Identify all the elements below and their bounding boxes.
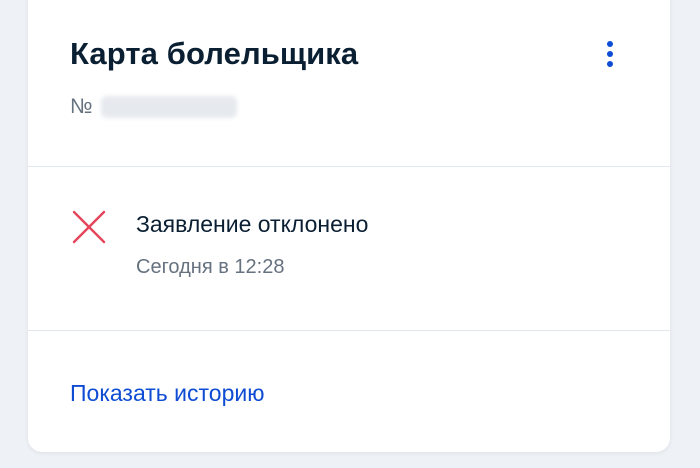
more-vertical-icon-dot bbox=[607, 51, 613, 57]
show-history-link[interactable]: Показать историю bbox=[70, 380, 264, 407]
card-number-prefix: № bbox=[70, 95, 93, 118]
more-vertical-icon bbox=[607, 41, 613, 47]
more-vertical-icon-dot bbox=[607, 61, 613, 67]
card-number: № bbox=[70, 95, 237, 119]
card-number-redacted bbox=[100, 96, 237, 118]
status-timestamp: Сегодня в 12:28 bbox=[136, 256, 285, 278]
card-header: Карта болельщика № bbox=[28, 0, 670, 167]
card-title: Карта болельщика bbox=[70, 36, 359, 71]
cross-icon bbox=[72, 210, 106, 244]
status-text: Заявление отклонено bbox=[136, 211, 369, 237]
fan-card: Карта болельщика № Заявление отклонено С… bbox=[28, 0, 670, 452]
application-status: Заявление отклонено Сегодня в 12:28 bbox=[28, 167, 670, 331]
more-menu-button[interactable] bbox=[598, 34, 622, 74]
